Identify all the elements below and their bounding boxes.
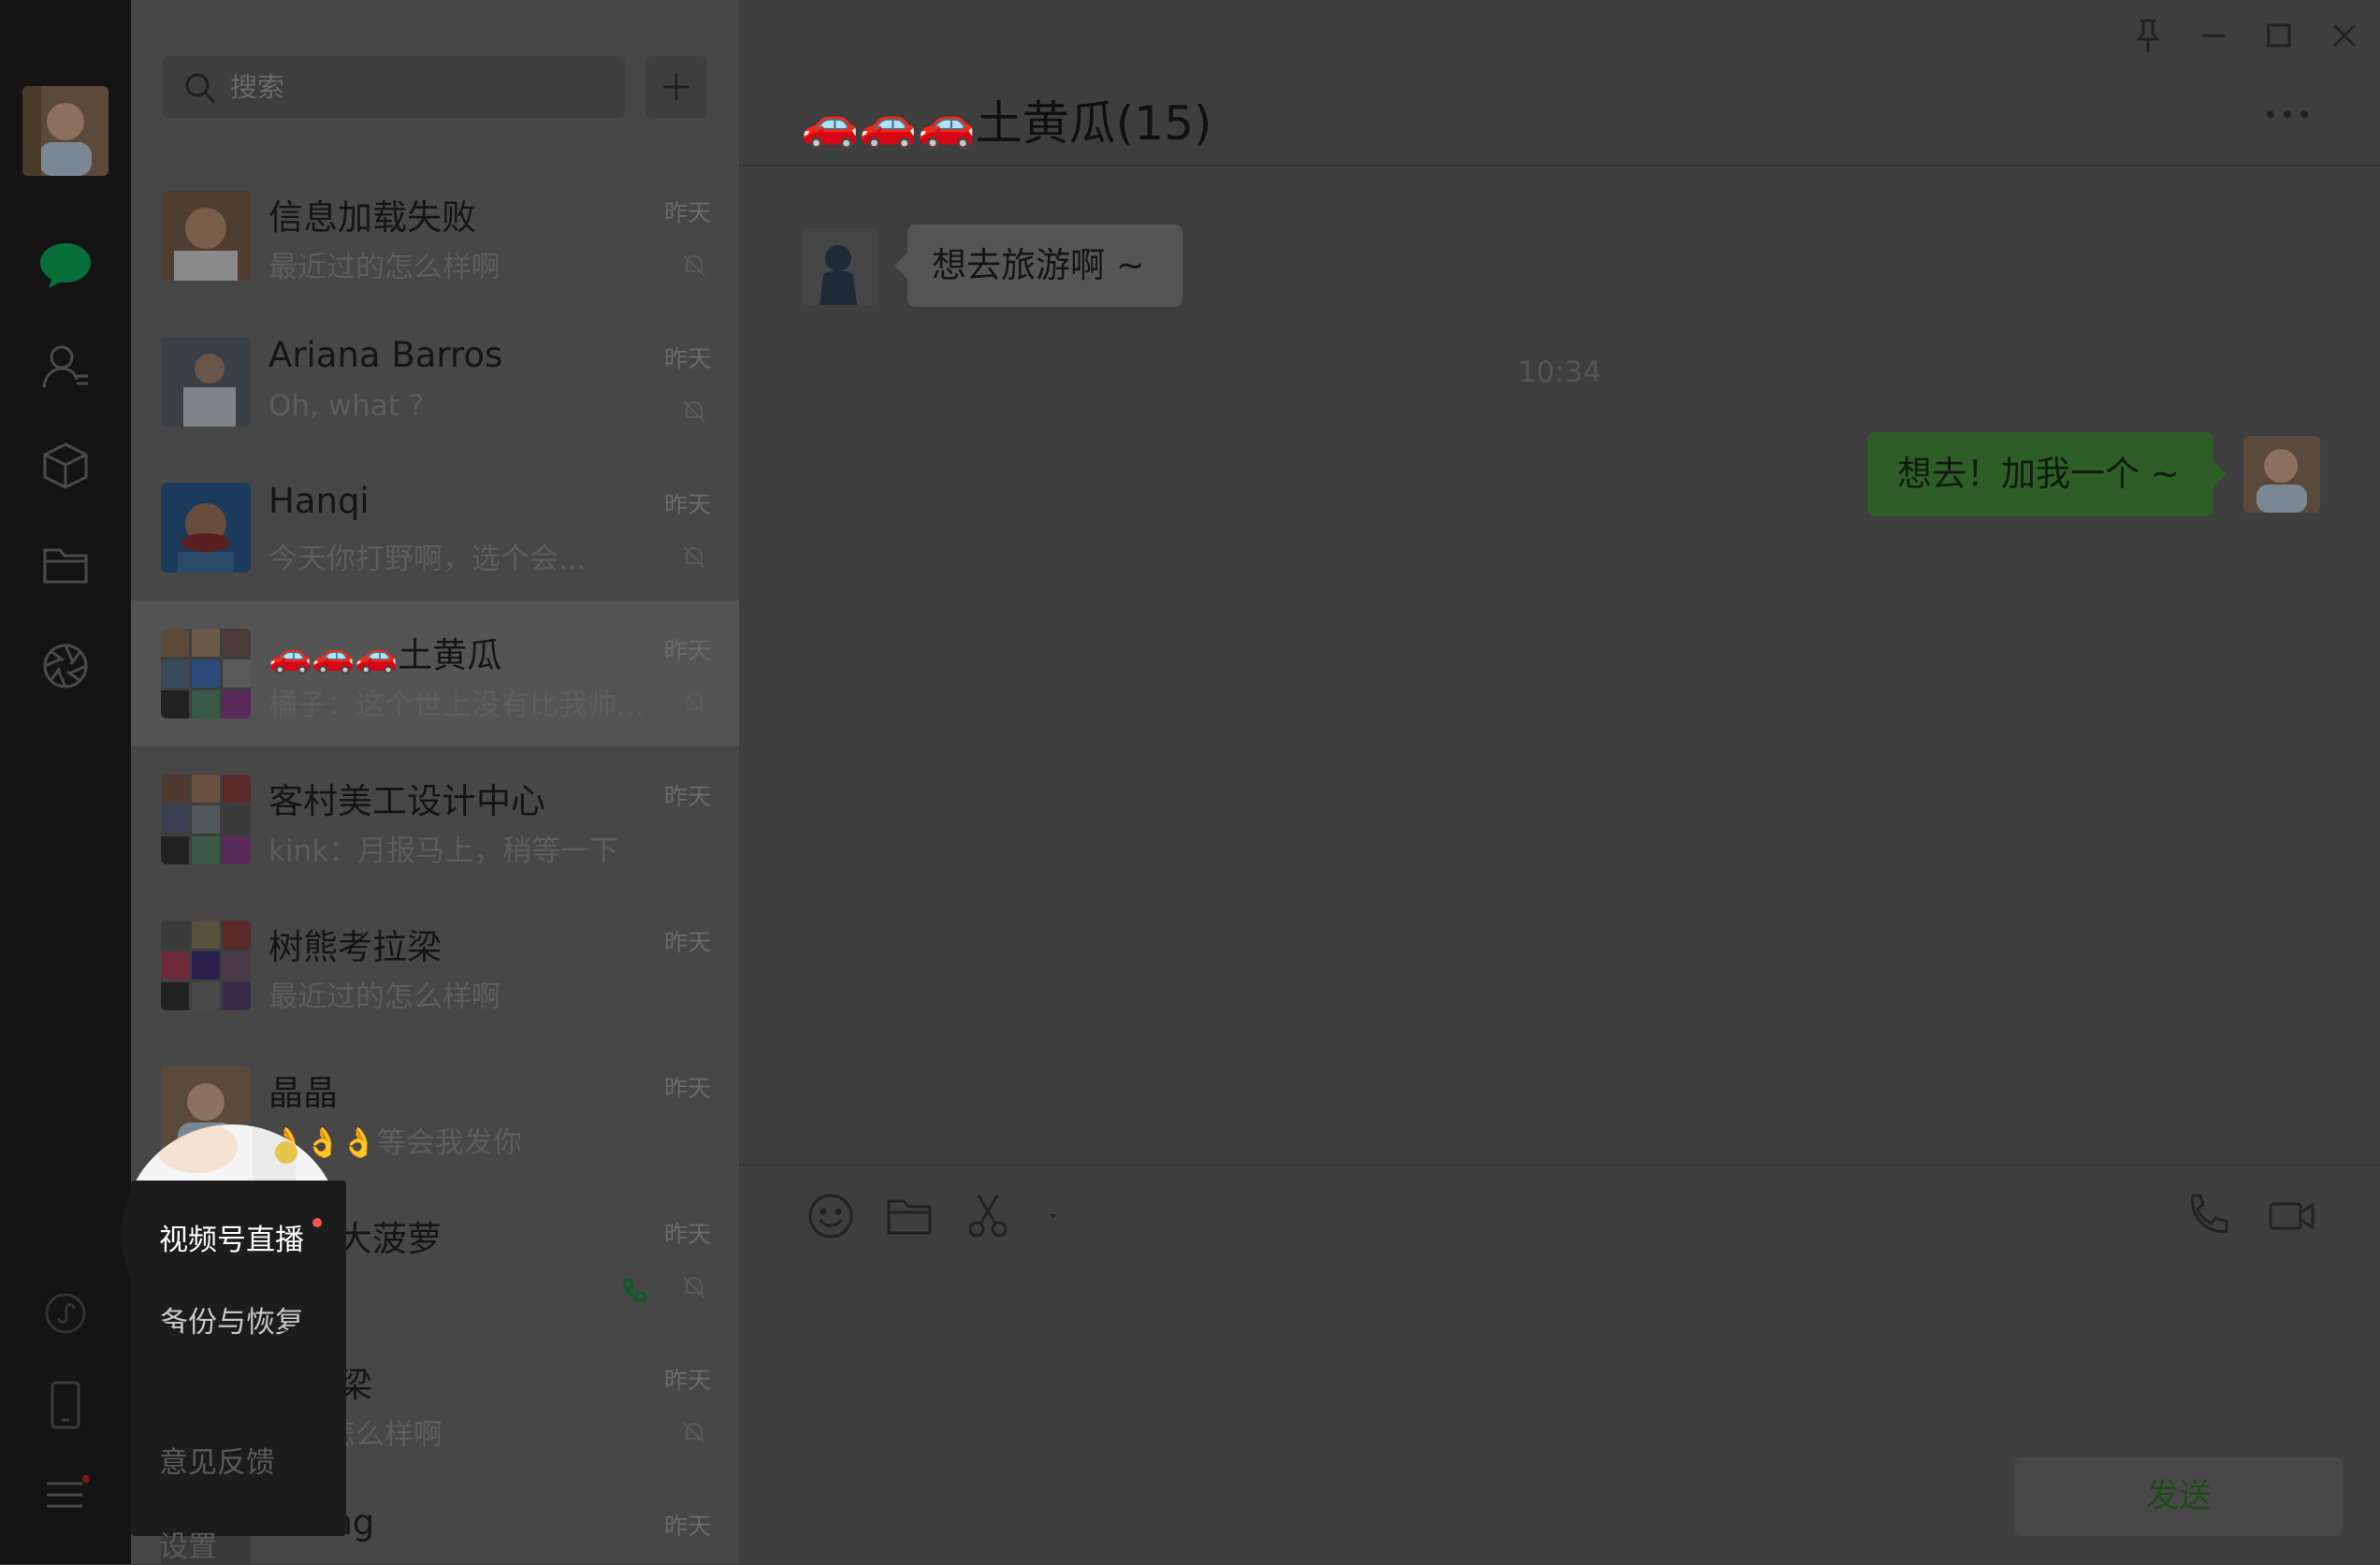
- chat-preview: 最近过的怎么样啊: [268, 251, 501, 284]
- miniprogram-icon[interactable]: [37, 1285, 94, 1341]
- chat-name: 树熊考拉梁: [268, 927, 442, 967]
- menu-item-settings[interactable]: 设置: [159, 1523, 217, 1565]
- pin-icon[interactable]: [2127, 15, 2169, 56]
- chat-time: 昨天: [663, 1367, 711, 1394]
- chat-time: 昨天: [663, 929, 711, 956]
- message-time: 10:34: [1517, 355, 1602, 389]
- group-avatar: [161, 775, 251, 864]
- notification-dot: [312, 1218, 322, 1227]
- chat-time: 昨天: [663, 1221, 711, 1248]
- add-button[interactable]: [646, 56, 707, 118]
- chat-name: Ariana Barros: [268, 335, 503, 375]
- contact-avatar: [161, 483, 251, 572]
- chat-item-selected[interactable]: 🚗🚗🚗土黄瓜 橘子：这个世上没有比我帅... 昨天: [131, 601, 739, 746]
- contact-avatar: [161, 337, 251, 427]
- favorites-icon[interactable]: [37, 438, 94, 494]
- spotlight-highlight: 视频号直播 备份与恢复: [122, 1124, 342, 1345]
- chat-window: 🚗🚗🚗土黄瓜(15) 想去旅游啊 ~ 10:34 想去！加我一个 ~ 发送: [739, 0, 2380, 1564]
- minimize-icon[interactable]: [2193, 15, 2234, 56]
- chevron-down-icon[interactable]: [1029, 1192, 1078, 1240]
- chat-icon[interactable]: [37, 238, 94, 294]
- menu-item-live[interactable]: 视频号直播: [159, 1216, 304, 1258]
- folder-icon[interactable]: [885, 1192, 934, 1240]
- maximize-icon[interactable]: [2258, 15, 2300, 56]
- composer-divider: [739, 1164, 2380, 1166]
- scissors-icon[interactable]: [964, 1192, 1012, 1240]
- chat-time: 昨天: [663, 199, 711, 226]
- search-box[interactable]: 搜索: [163, 56, 625, 118]
- chat-time: 昨天: [663, 783, 711, 810]
- mute-icon: [683, 1422, 705, 1444]
- mute-icon: [683, 546, 705, 569]
- mute-icon: [683, 1276, 705, 1298]
- spotlight-avatar-fragment: [122, 1124, 342, 1181]
- send-button[interactable]: 发送: [2015, 1457, 2343, 1536]
- chat-item[interactable]: 信息加载失败 最近过的怎么样啊 昨天: [131, 163, 739, 309]
- files-icon[interactable]: [37, 537, 94, 593]
- group-avatar: [161, 629, 251, 718]
- search-icon: [185, 73, 216, 104]
- outgoing-message: 想去！加我一个 ~: [1867, 432, 2227, 516]
- chat-name: Hanqi: [268, 481, 370, 521]
- group-avatar: [161, 920, 251, 1010]
- mute-icon: [683, 254, 705, 277]
- search-input[interactable]: 搜索: [230, 56, 284, 118]
- moments-icon[interactable]: [37, 638, 94, 694]
- chat-name: 客村美工设计中心: [268, 781, 545, 821]
- emoji-icon[interactable]: [806, 1192, 855, 1240]
- chat-time: 昨天: [663, 1513, 711, 1540]
- chat-time: 昨天: [663, 345, 711, 372]
- mute-icon: [683, 692, 705, 715]
- chat-preview: 最近过的怎么样啊: [268, 980, 501, 1014]
- chat-item[interactable]: 树熊考拉梁 最近过的怎么样啊 昨天: [131, 892, 739, 1038]
- chat-name: 🚗🚗🚗土黄瓜: [268, 635, 502, 675]
- chat-name: 晶晶: [268, 1073, 338, 1113]
- menu-icon[interactable]: [37, 1467, 94, 1523]
- contacts-icon[interactable]: [37, 339, 94, 395]
- self-avatar[interactable]: [2243, 436, 2320, 513]
- user-avatar[interactable]: [22, 86, 109, 176]
- chat-time: 昨天: [663, 1075, 711, 1102]
- menu-item-feedback[interactable]: 意见反馈: [159, 1439, 275, 1481]
- chat-time: 昨天: [663, 491, 711, 518]
- more-icon[interactable]: [2264, 105, 2311, 123]
- chat-header: 🚗🚗🚗土黄瓜(15): [739, 0, 2380, 167]
- chat-preview: Oh, what ?: [268, 389, 425, 423]
- chat-name: 信息加载失败: [268, 197, 476, 238]
- close-icon[interactable]: [2324, 15, 2365, 56]
- video-call-icon[interactable]: [2268, 1192, 2316, 1240]
- chat-item[interactable]: 客村美工设计中心 kink：月报马上，稍等一下 昨天: [131, 746, 739, 892]
- menu-item-backup[interactable]: 备份与恢复: [159, 1298, 304, 1340]
- phone-icon[interactable]: [37, 1377, 94, 1433]
- nav-sidebar: [0, 0, 131, 1564]
- chat-item[interactable]: Hanqi 今天你打野啊，选个会... 昨天: [131, 455, 739, 601]
- contact-avatar: [161, 191, 251, 281]
- chat-preview: 橘子：这个世上没有比我帅...: [268, 688, 645, 722]
- chat-time: 昨天: [663, 637, 711, 664]
- mute-icon: [683, 400, 705, 423]
- chat-title: 🚗🚗🚗土黄瓜(15): [801, 96, 1212, 151]
- chat-preview: kink：月报马上，稍等一下: [268, 834, 619, 868]
- call-icon: [623, 1278, 647, 1302]
- incoming-message: 想去旅游啊 ~: [894, 225, 1183, 307]
- chat-preview: 今天你打野啊，选个会...: [268, 543, 587, 576]
- plus-icon: [663, 74, 689, 100]
- voice-call-icon[interactable]: [2184, 1192, 2232, 1240]
- sender-avatar[interactable]: [801, 228, 878, 305]
- chat-item[interactable]: Ariana Barros Oh, what ? 昨天: [131, 309, 739, 455]
